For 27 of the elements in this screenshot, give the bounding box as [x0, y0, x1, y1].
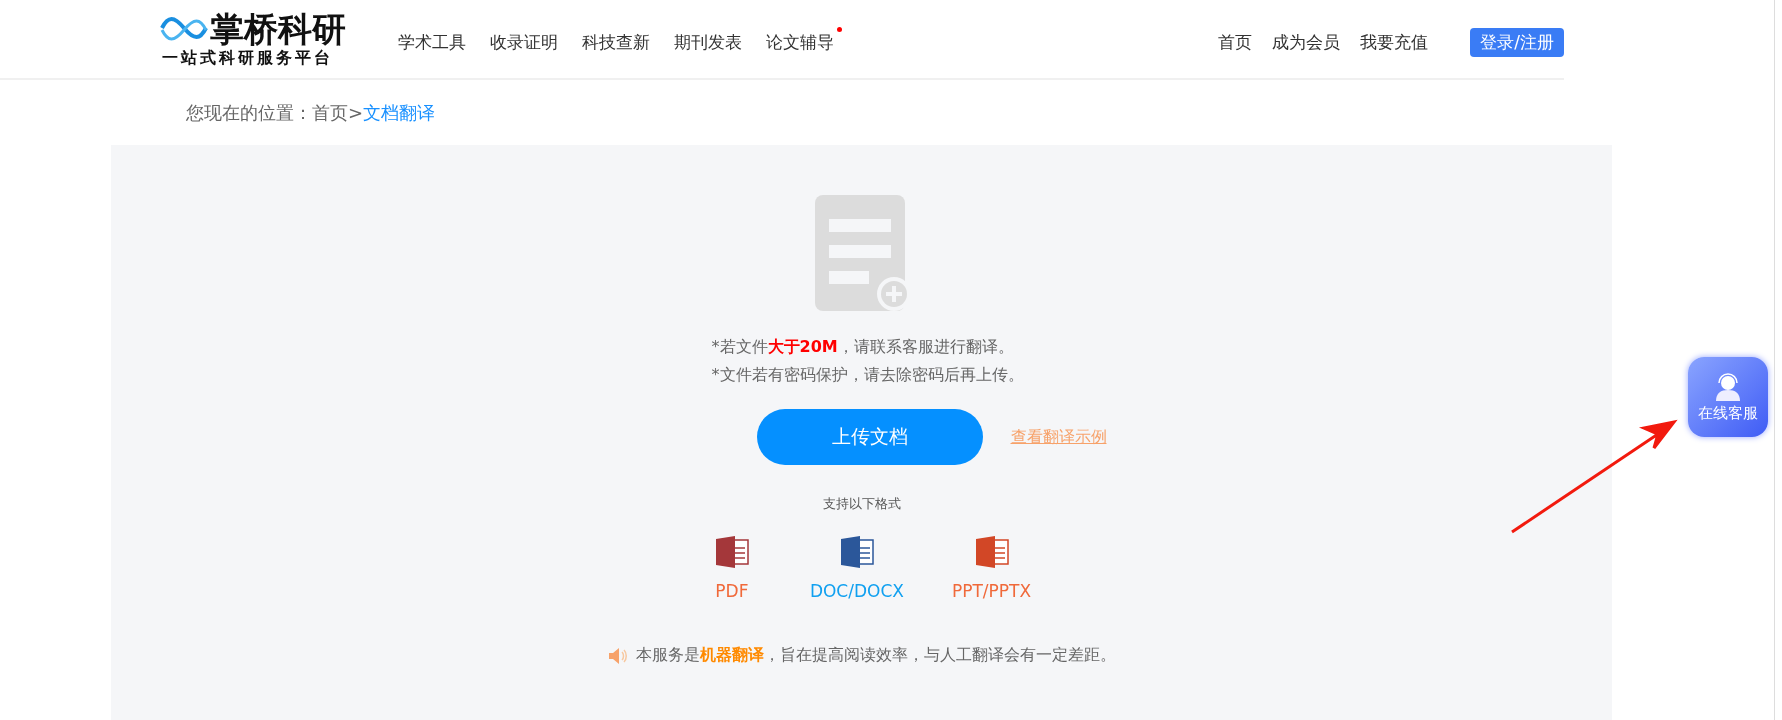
- breadcrumb-separator: >: [348, 102, 364, 123]
- file-format-icon: [974, 535, 1009, 569]
- nav-link[interactable]: 期刊发表: [674, 30, 742, 54]
- breadcrumb-label: 您现在的位置：: [186, 100, 312, 125]
- nav-link[interactable]: 学术工具: [398, 30, 466, 54]
- site-logo[interactable]: 掌桥科研 一站式科研服务平台: [160, 9, 380, 69]
- header-link[interactable]: 成为会员: [1272, 30, 1341, 54]
- header-link[interactable]: 我要充值: [1360, 30, 1429, 54]
- speaker-icon: [607, 646, 628, 665]
- file-format-icon: [839, 535, 874, 569]
- format-label: DOC/DOCX: [809, 581, 904, 601]
- nav-link[interactable]: 科技查新: [582, 30, 650, 54]
- document-add-icon[interactable]: [814, 195, 909, 313]
- login-button[interactable]: 登录/注册: [1470, 27, 1564, 57]
- headset-person-icon: [1713, 371, 1743, 402]
- format-label: PDF: [715, 581, 749, 601]
- formats-title: 支持以下格式: [822, 495, 901, 513]
- online-service-button[interactable]: 在线客服: [1688, 357, 1768, 437]
- upload-note: *文件若有密码保护，请去除密码后再上传。: [711, 364, 1025, 386]
- upload-note: *若文件大于20M，请联系客服进行翻译。: [711, 336, 1015, 358]
- nav-link[interactable]: 论文辅导: [766, 30, 834, 54]
- notice-text: 本服务是机器翻译，旨在提高阅读效率，与人工翻译会有一定差距。: [635, 645, 1116, 666]
- nav-link[interactable]: 收录证明: [490, 30, 558, 54]
- breadcrumb-link[interactable]: 首页: [312, 100, 348, 125]
- file-format-icon: [714, 535, 749, 569]
- header-link[interactable]: 首页: [1218, 30, 1253, 54]
- format-label: PPT/PPTX: [951, 581, 1032, 601]
